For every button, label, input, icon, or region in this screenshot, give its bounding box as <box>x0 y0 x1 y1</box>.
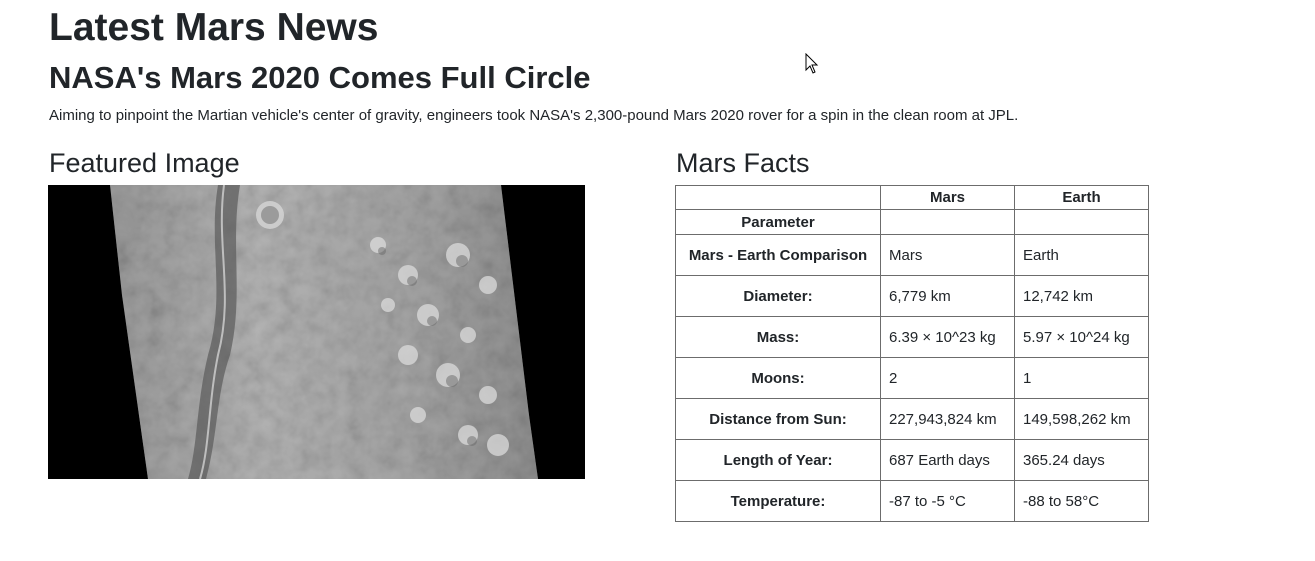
table-header-row: Mars Earth <box>675 185 1149 210</box>
row-label: Distance from Sun: <box>675 398 881 440</box>
header-earth-cell: Earth <box>1014 185 1149 210</box>
table-row: Length of Year: 687 Earth days 365.24 da… <box>675 439 1149 481</box>
earth-value: 1 <box>1014 357 1149 399</box>
mars-value: Mars <box>880 234 1015 276</box>
earth-value: 365.24 days <box>1014 439 1149 481</box>
row-label: Moons: <box>675 357 881 399</box>
row-label: Mass: <box>675 316 881 358</box>
mars-value: 6.39 × 10^23 kg <box>880 316 1015 358</box>
featured-image[interactable] <box>48 185 585 479</box>
mars-surface-image <box>48 185 585 479</box>
row-label: Length of Year: <box>675 439 881 481</box>
table-row: Mass: 6.39 × 10^23 kg 5.97 × 10^24 kg <box>675 316 1149 358</box>
mars-value: -87 to -5 °C <box>880 480 1015 522</box>
earth-value: Earth <box>1014 234 1149 276</box>
page: Latest Mars News NASA's Mars 2020 Comes … <box>0 0 1315 561</box>
row-label: Temperature: <box>675 480 881 522</box>
row-label: Diameter: <box>675 275 881 317</box>
mars-facts-heading: Mars Facts <box>676 148 810 178</box>
mars-value: 6,779 km <box>880 275 1015 317</box>
earth-value: -88 to 58°C <box>1014 480 1149 522</box>
earth-value: 149,598,262 km <box>1014 398 1149 440</box>
mars-facts-table: Mars Earth Parameter Mars - Earth Compar… <box>675 185 1149 522</box>
mars-value: 2 <box>880 357 1015 399</box>
news-title[interactable]: NASA's Mars 2020 Comes Full Circle <box>49 58 590 98</box>
news-teaser: Aiming to pinpoint the Martian vehicle's… <box>49 107 1019 124</box>
mouse-pointer-icon <box>805 53 819 74</box>
table-row: Distance from Sun: 227,943,824 km 149,59… <box>675 398 1149 440</box>
page-title: Latest Mars News <box>49 6 379 49</box>
earth-value: 5.97 × 10^24 kg <box>1014 316 1149 358</box>
mars-value: 227,943,824 km <box>880 398 1015 440</box>
featured-image-heading: Featured Image <box>49 148 240 178</box>
header-param-cell <box>675 185 881 210</box>
empty-cell <box>1014 209 1149 235</box>
index-label-cell: Parameter <box>675 209 881 235</box>
empty-cell <box>880 209 1015 235</box>
mars-value: 687 Earth days <box>880 439 1015 481</box>
table-row: Diameter: 6,779 km 12,742 km <box>675 275 1149 317</box>
table-row: Moons: 2 1 <box>675 357 1149 399</box>
earth-value: 12,742 km <box>1014 275 1149 317</box>
table-row: Temperature: -87 to -5 °C -88 to 58°C <box>675 480 1149 522</box>
table-row: Mars - Earth Comparison Mars Earth <box>675 234 1149 276</box>
row-label: Mars - Earth Comparison <box>675 234 881 276</box>
header-mars-cell: Mars <box>880 185 1015 210</box>
table-index-row: Parameter <box>675 209 1149 235</box>
